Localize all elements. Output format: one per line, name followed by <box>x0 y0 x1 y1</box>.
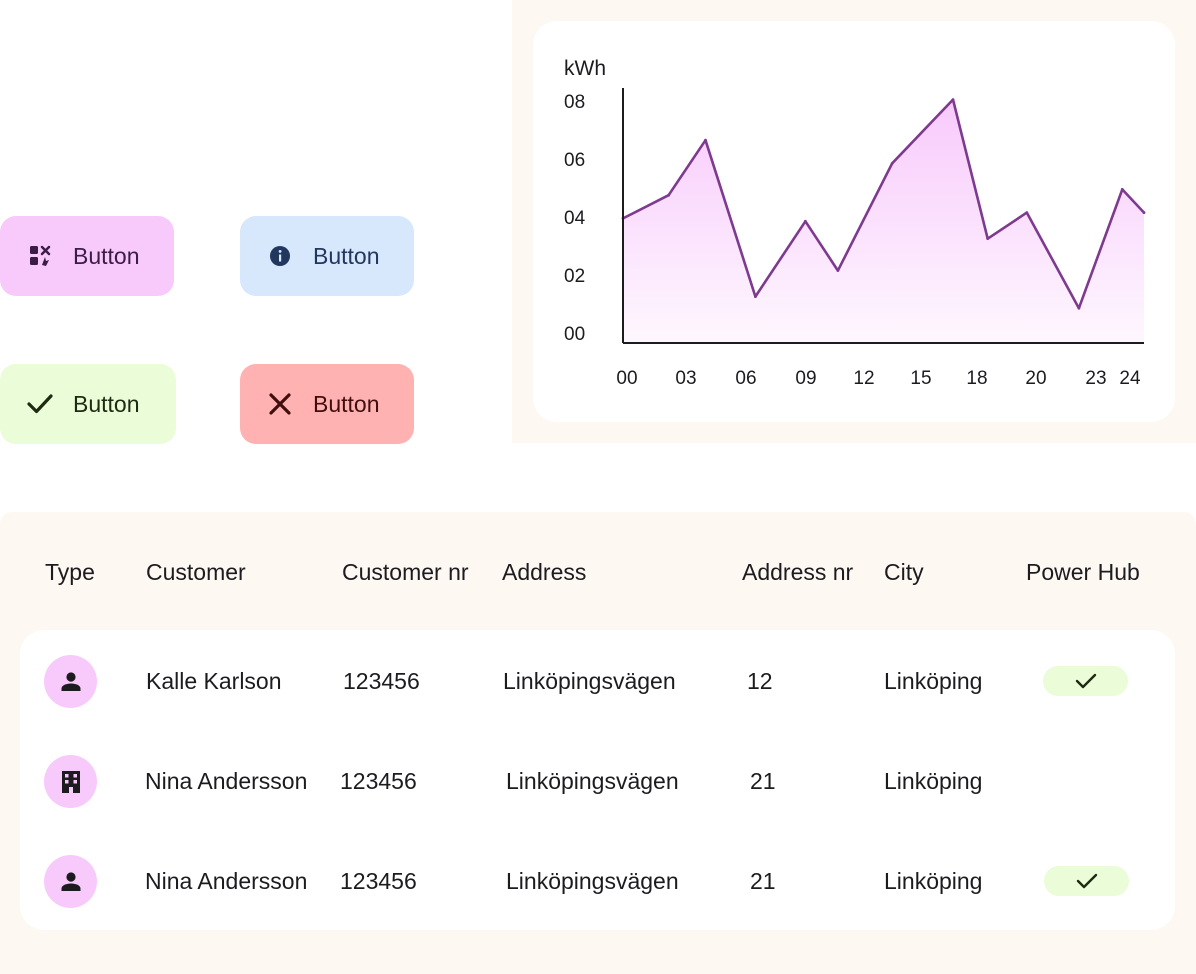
y-tick-label: 08 <box>564 92 585 113</box>
address-nr: 21 <box>750 868 776 894</box>
button-label: Button <box>313 242 380 269</box>
tools-button[interactable]: Button <box>0 216 174 296</box>
header-address: Address <box>502 559 587 585</box>
customer-nr: 123456 <box>340 868 417 894</box>
x-tick-label: 15 <box>910 368 931 389</box>
info-icon <box>267 243 293 269</box>
data-point <box>836 269 840 272</box>
city: Linköping <box>884 668 983 694</box>
header-type: Type <box>45 559 95 585</box>
x-tick-label: 12 <box>853 368 874 389</box>
data-point <box>1142 211 1146 215</box>
x-tick-label: 18 <box>966 368 987 389</box>
customer-name: Nina Andersson <box>145 768 308 794</box>
person-icon <box>44 655 97 708</box>
customer-name: Nina Andersson <box>145 868 308 894</box>
person-icon <box>44 855 97 908</box>
header-customer-nr: Customer nr <box>342 559 469 585</box>
tools-icon <box>27 243 53 269</box>
data-point <box>803 219 807 223</box>
data-point <box>1077 306 1081 310</box>
customer-nr: 123456 <box>343 668 420 694</box>
button-label: Button <box>313 390 380 417</box>
button-label: Button <box>73 242 140 269</box>
series-area <box>623 99 1144 343</box>
button-label: Button <box>73 390 140 417</box>
x-tick-label: 23 <box>1085 368 1106 389</box>
close-icon <box>267 391 293 417</box>
chart-card: kWh 08 06 04 02 00 00 03 06 09 12 15 18 20 23 24 <box>533 21 1175 422</box>
y-tick-label: 02 <box>564 266 585 287</box>
y-tick-label: 06 <box>564 150 585 171</box>
check-icon <box>1076 873 1097 889</box>
check-icon <box>1075 673 1096 689</box>
building-icon <box>44 755 97 808</box>
header-city: City <box>884 559 924 585</box>
x-tick-label: 06 <box>735 368 756 389</box>
address: Linköpingsvägen <box>506 768 679 794</box>
city: Linköping <box>884 768 983 794</box>
address-nr: 21 <box>750 768 776 794</box>
power-hub-badge <box>1043 666 1128 696</box>
customer-nr: 123456 <box>340 768 417 794</box>
data-point <box>1120 188 1124 191</box>
header-customer: Customer <box>146 559 246 585</box>
data-point <box>754 295 757 299</box>
data-point <box>951 98 955 101</box>
data-point <box>986 237 990 241</box>
data-point <box>667 193 670 197</box>
city: Linköping <box>884 868 983 894</box>
confirm-button[interactable]: Button <box>0 364 176 444</box>
info-button[interactable]: Button <box>240 216 414 296</box>
address-nr: 12 <box>747 668 773 694</box>
data-point <box>704 138 707 142</box>
cancel-button[interactable]: Button <box>240 364 414 444</box>
address: Linköpingsvägen <box>503 668 676 694</box>
address: Linköpingsvägen <box>506 868 679 894</box>
energy-chart: kWh 08 06 04 02 00 00 03 06 09 12 15 18 20 23 24 <box>564 57 1146 389</box>
y-tick-label: 04 <box>564 208 586 229</box>
header-power-hub: Power Hub <box>1026 559 1140 585</box>
power-hub-badge <box>1044 866 1129 896</box>
y-axis-label: kWh <box>564 57 606 80</box>
customer-name: Kalle Karlson <box>146 668 282 694</box>
data-point <box>1025 211 1029 215</box>
check-icon <box>27 391 53 417</box>
x-tick-label: 20 <box>1025 368 1046 389</box>
x-tick-label: 24 <box>1119 368 1141 389</box>
x-tick-label: 09 <box>795 368 816 389</box>
x-tick-label: 00 <box>616 368 637 389</box>
y-tick-label: 00 <box>564 324 585 345</box>
header-address-nr: Address nr <box>742 559 854 585</box>
x-tick-label: 03 <box>675 368 696 389</box>
data-point <box>890 161 894 165</box>
